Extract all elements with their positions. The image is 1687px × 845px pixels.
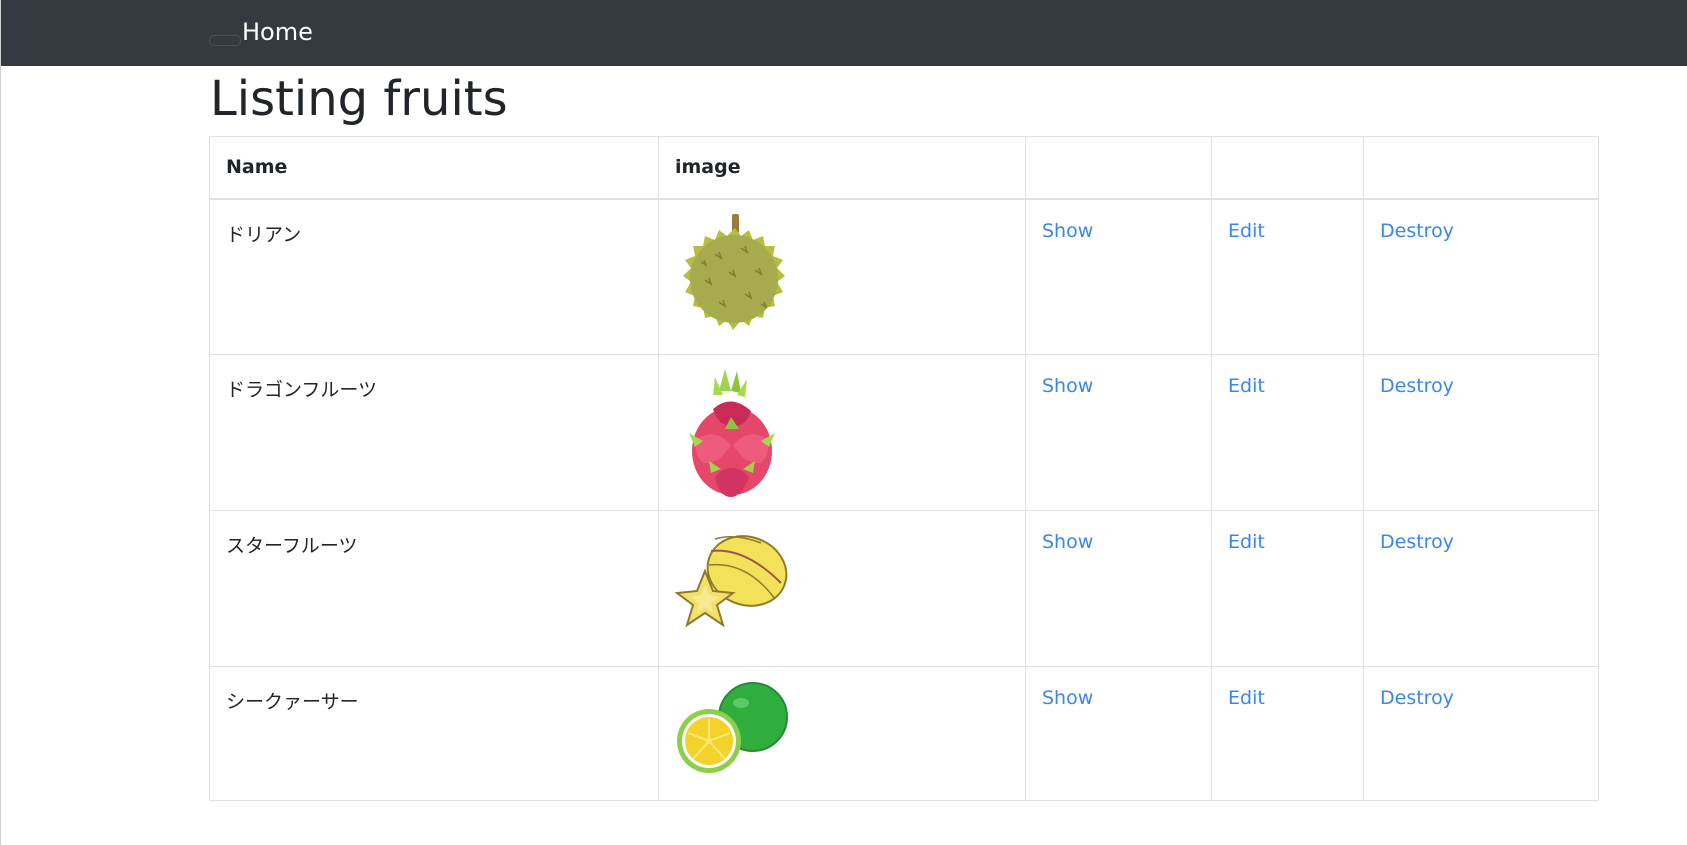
column-header-name: Name <box>209 136 659 200</box>
table-row: ドラゴンフルーツ Show Edit Destroy <box>209 354 1599 511</box>
table-header-row: Name image <box>209 136 1599 200</box>
fruit-name: ドラゴンフルーツ <box>209 354 659 511</box>
destroy-cell: Destroy <box>1363 198 1599 355</box>
table-row: シークァーサー Show Edit Destroy <box>209 666 1599 801</box>
dragon-fruit-icon <box>689 369 775 497</box>
durian-icon <box>683 213 785 330</box>
show-link[interactable]: Show <box>1042 220 1093 242</box>
show-link[interactable]: Show <box>1042 531 1093 553</box>
edit-link[interactable]: Edit <box>1228 220 1265 242</box>
edit-cell: Edit <box>1211 198 1364 355</box>
table-row: ドリアン Show Edit Destroy <box>209 198 1599 355</box>
column-header-edit <box>1211 136 1364 200</box>
fruit-image-cell <box>658 510 1026 667</box>
destroy-cell: Destroy <box>1363 666 1599 801</box>
page-title: Listing fruits <box>210 71 508 127</box>
destroy-cell: Destroy <box>1363 510 1599 667</box>
show-cell: Show <box>1025 510 1212 667</box>
show-link[interactable]: Show <box>1042 375 1093 397</box>
edit-cell: Edit <box>1211 666 1364 801</box>
navbar-toggler-button[interactable] <box>209 35 241 46</box>
fruit-name: ドリアン <box>209 198 659 355</box>
edit-link[interactable]: Edit <box>1228 687 1265 709</box>
edit-link[interactable]: Edit <box>1228 375 1265 397</box>
column-header-show <box>1025 136 1212 200</box>
star-fruit-icon <box>675 535 788 628</box>
destroy-link[interactable]: Destroy <box>1380 220 1454 242</box>
show-cell: Show <box>1025 198 1212 355</box>
show-link[interactable]: Show <box>1042 687 1093 709</box>
navbar: Home <box>1 0 1687 66</box>
fruit-image-cell <box>658 198 1026 355</box>
destroy-link[interactable]: Destroy <box>1380 375 1454 397</box>
edit-cell: Edit <box>1211 510 1364 667</box>
column-header-image: image <box>658 136 1026 200</box>
column-header-destroy <box>1363 136 1599 200</box>
destroy-link[interactable]: Destroy <box>1380 531 1454 553</box>
fruit-image-cell <box>658 354 1026 511</box>
edit-cell: Edit <box>1211 354 1364 511</box>
edit-link[interactable]: Edit <box>1228 531 1265 553</box>
destroy-cell: Destroy <box>1363 354 1599 511</box>
fruit-name: シークァーサー <box>209 666 659 801</box>
show-cell: Show <box>1025 666 1212 801</box>
destroy-link[interactable]: Destroy <box>1380 687 1454 709</box>
shikuwasa-icon <box>677 682 788 773</box>
table-row: スターフルーツ Show Edit Destroy <box>209 510 1599 667</box>
fruit-name: スターフルーツ <box>209 510 659 667</box>
fruits-table: Name image ドリアン Show Edit Destroy ドラゴンフル… <box>209 136 1599 801</box>
home-link[interactable]: Home <box>242 16 313 48</box>
show-cell: Show <box>1025 354 1212 511</box>
fruit-image-cell <box>658 666 1026 801</box>
